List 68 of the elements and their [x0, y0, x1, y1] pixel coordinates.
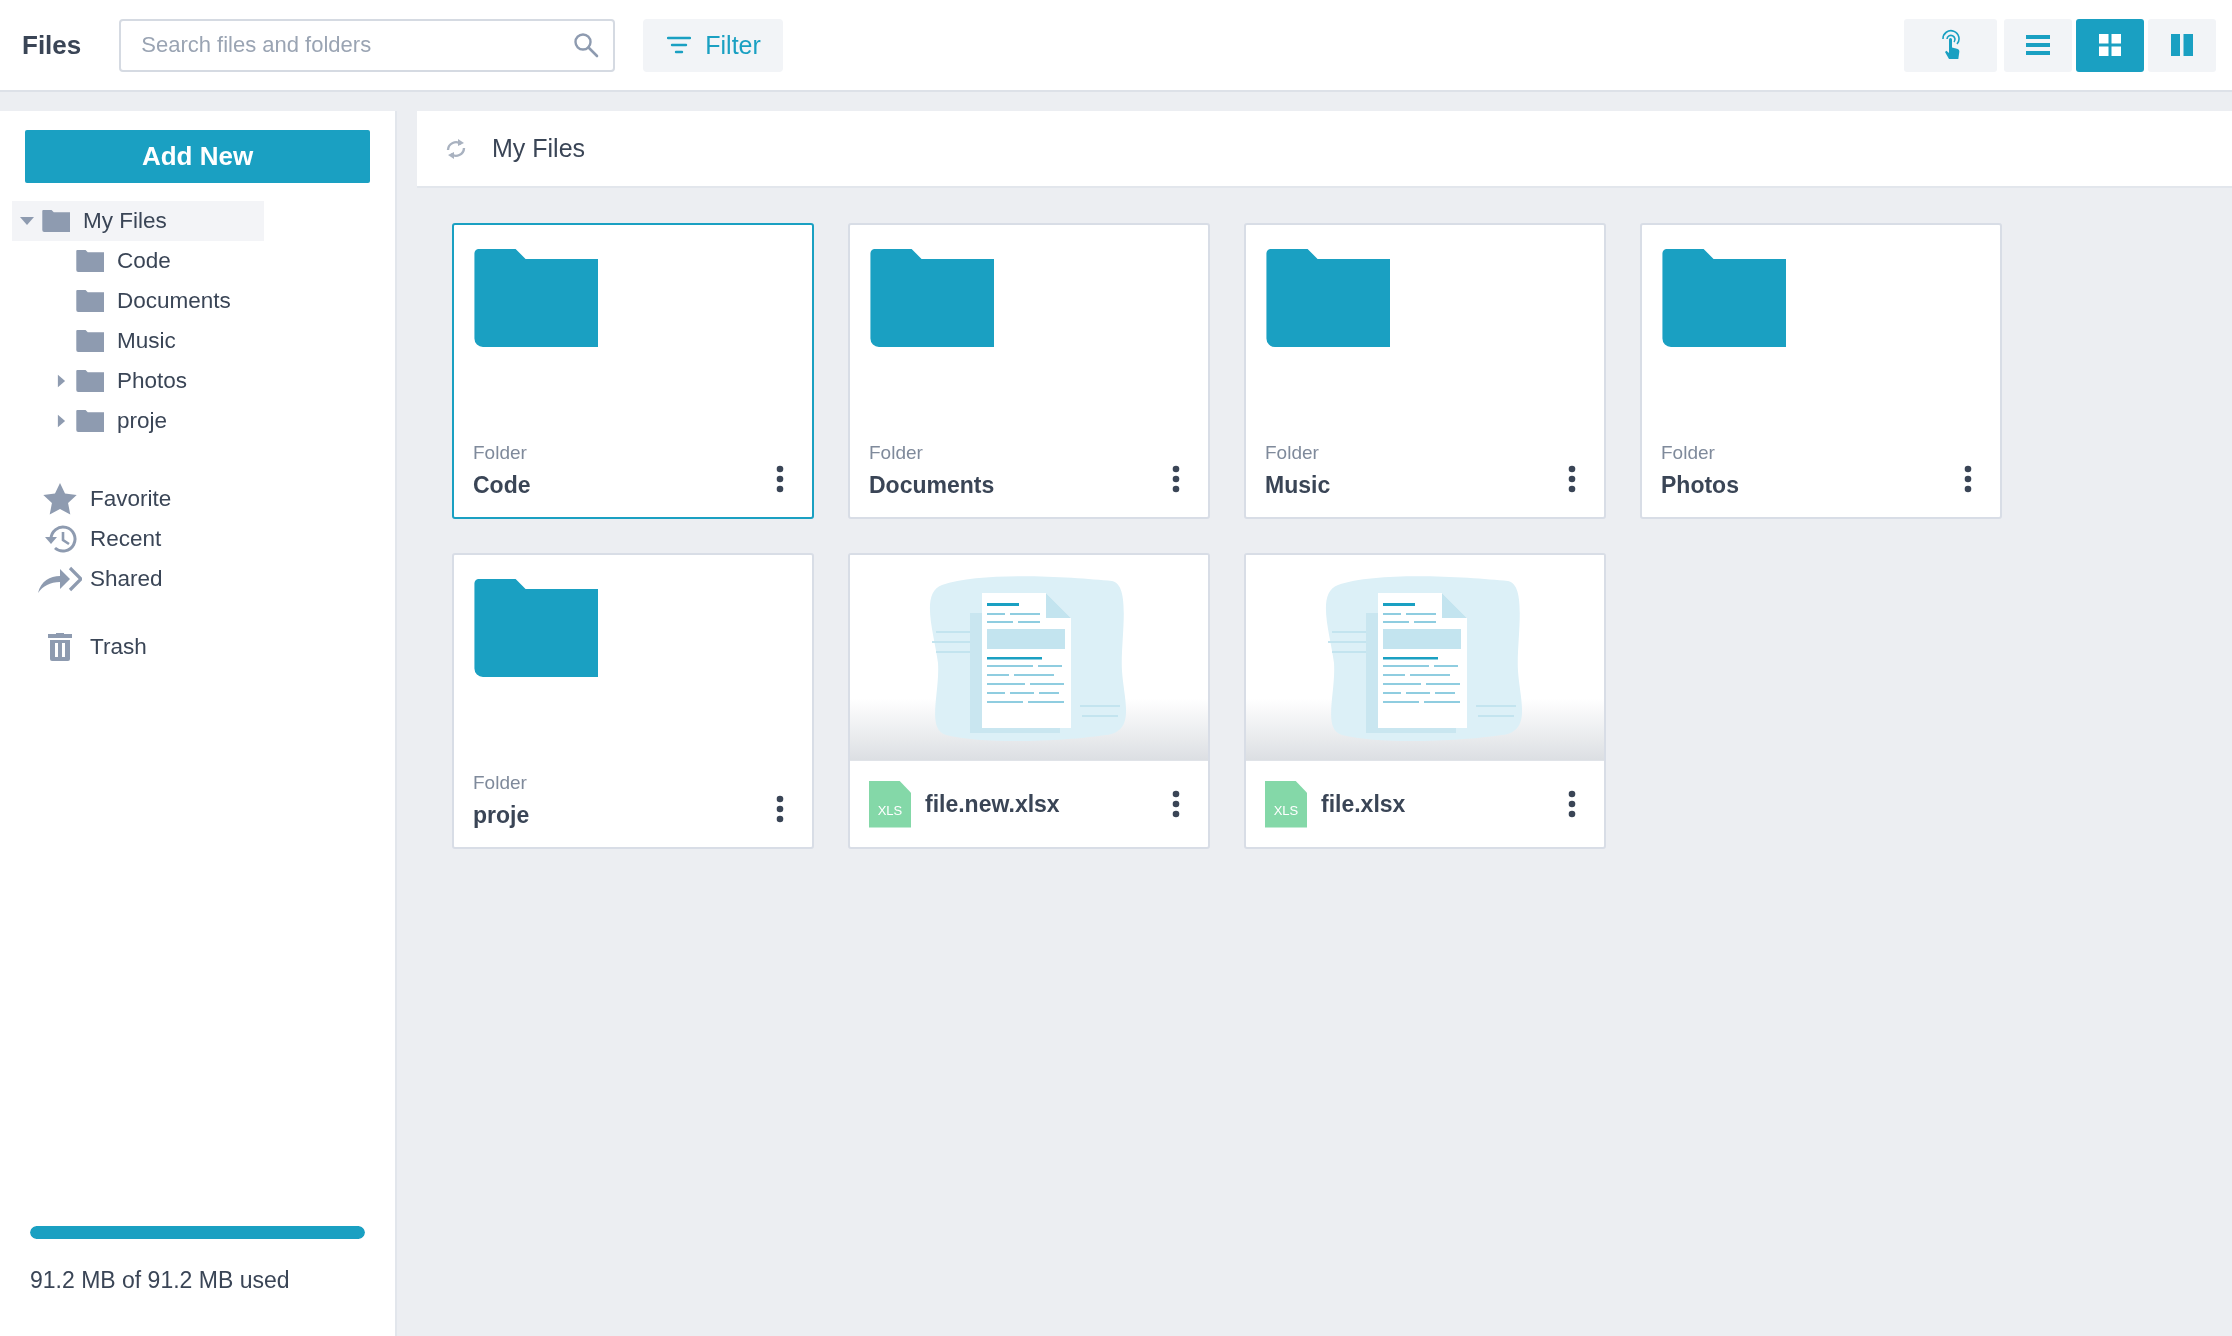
- caret-icon[interactable]: [56, 414, 66, 428]
- more-options-icon: [1172, 790, 1180, 818]
- file-card[interactable]: XLS file.xlsx: [1244, 553, 1606, 849]
- caret-icon[interactable]: [56, 374, 66, 388]
- folder-icon: [1661, 249, 1786, 347]
- trash-nav-item[interactable]: Trash: [42, 627, 147, 667]
- star-icon: [43, 483, 77, 515]
- history-icon: [42, 523, 78, 555]
- app-title: Files: [22, 29, 82, 61]
- favorite-nav-item[interactable]: Favorite: [42, 479, 172, 519]
- file-card[interactable]: XLS file.new.xlsx: [848, 553, 1210, 849]
- shared-nav-item[interactable]: Shared: [42, 559, 163, 599]
- folder-name: proje: [473, 802, 531, 829]
- folder-icon: [473, 579, 598, 677]
- item-type-label: Folder: [1265, 442, 1320, 464]
- folder-icon: [76, 250, 104, 272]
- tree-item[interactable]: Photos: [46, 361, 298, 401]
- spreadsheet-file-icon: XLS: [869, 780, 911, 828]
- folder-icon: [473, 249, 598, 347]
- folder-title: My Files: [492, 134, 586, 163]
- folder-name: Documents: [869, 472, 996, 499]
- file-name: file.new.xlsx: [925, 790, 1061, 818]
- more-options-icon: [776, 465, 784, 493]
- tree-item[interactable]: Documents: [46, 281, 298, 321]
- folder-icon: [76, 410, 104, 432]
- list-view-icon: [2026, 35, 2050, 55]
- file-name: file.xlsx: [1321, 790, 1407, 818]
- item-type-label: Folder: [869, 442, 924, 464]
- folder-card[interactable]: Folder Photos: [1640, 223, 2002, 519]
- trash-icon: [48, 633, 72, 661]
- folder-card[interactable]: Folder proje: [452, 553, 814, 849]
- tree-item[interactable]: My Files: [12, 201, 264, 241]
- more-options-icon: [1568, 465, 1576, 493]
- filter-icon: [667, 35, 692, 55]
- tree-item[interactable]: Code: [46, 241, 298, 281]
- folder-card[interactable]: Folder Code: [452, 223, 814, 519]
- folder-icon: [1265, 249, 1390, 347]
- folder-name: Code: [473, 472, 532, 499]
- grid-view-button[interactable]: [2076, 18, 2144, 72]
- grid-view-icon: [2099, 34, 2121, 56]
- more-options-icon: [1568, 790, 1576, 818]
- folder-icon: [76, 370, 104, 392]
- search-field[interactable]: Search files and folders: [119, 18, 616, 72]
- spreadsheet-file-icon: XLS: [1265, 780, 1307, 828]
- folder-name: Photos: [1661, 472, 1740, 499]
- more-options-icon: [776, 795, 784, 823]
- search-icon: [573, 31, 600, 58]
- folder-name: Music: [1265, 472, 1332, 499]
- share-arrows-icon: [38, 565, 82, 593]
- item-type-label: Folder: [473, 772, 528, 794]
- folder-card[interactable]: Folder Documents: [848, 223, 1210, 519]
- folder-card[interactable]: Folder Music: [1244, 223, 1606, 519]
- tree-item[interactable]: Music: [46, 321, 298, 361]
- tree-item[interactable]: proje: [46, 401, 298, 441]
- item-type-label: Folder: [1661, 442, 1716, 464]
- recent-nav-item[interactable]: Recent: [42, 519, 162, 559]
- columns-view-button[interactable]: [2148, 18, 2216, 72]
- list-view-button[interactable]: [2004, 18, 2072, 72]
- folder-icon: [869, 249, 994, 347]
- item-type-label: Folder: [473, 442, 528, 464]
- more-options-icon: [1964, 465, 1972, 493]
- more-options-icon: [1172, 465, 1180, 493]
- folder-icon: [42, 210, 70, 232]
- folder-icon: [76, 330, 104, 352]
- touch-view-button[interactable]: [1904, 18, 1997, 72]
- columns-view-icon: [2171, 34, 2193, 56]
- storage-usage-text: 91.2 MB of 91.2 MB used: [30, 1267, 291, 1294]
- folder-icon: [76, 290, 104, 312]
